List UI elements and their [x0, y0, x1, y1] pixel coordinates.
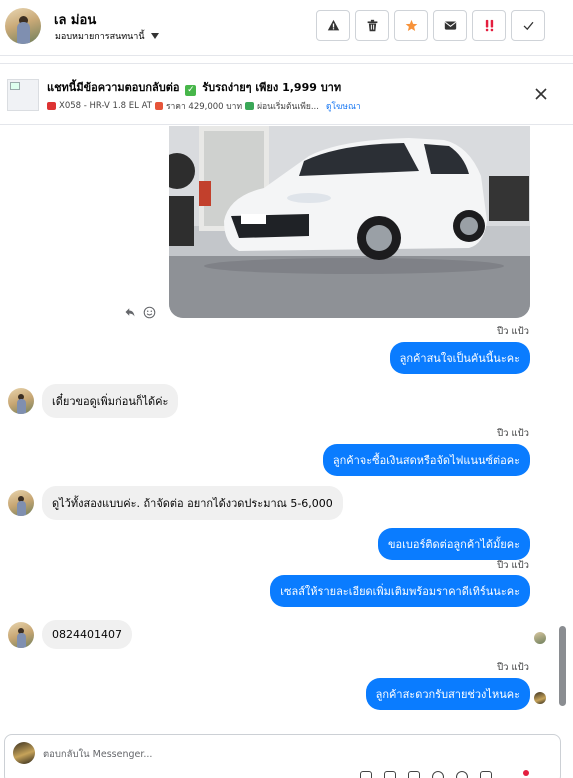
ad-title: แชทนี้มีข้อความตอบกลับต่อ ✓ รับรถง่ายๆ เ…: [47, 81, 342, 96]
react-emoji-icon[interactable]: [143, 306, 156, 319]
composer-tools: [360, 771, 492, 778]
message-timestamp: ปีว แป้ว: [497, 560, 529, 571]
reply-icon[interactable]: [124, 306, 136, 318]
important-button[interactable]: [472, 10, 506, 41]
star-icon: [405, 19, 417, 32]
outgoing-message[interactable]: เซลส์ให้รายละเอียดเพิ่มเติมพร้อมราคาดีเท…: [270, 575, 530, 607]
emoji-icon[interactable]: [432, 771, 444, 778]
attach-icon[interactable]: [360, 771, 372, 778]
contact-avatar[interactable]: [5, 8, 41, 44]
contact-avatar-small[interactable]: [8, 490, 34, 516]
contact-name[interactable]: เล ม่อน: [54, 9, 96, 30]
warning-icon: [327, 19, 339, 31]
money-emoji-icon: [245, 102, 255, 110]
contact-avatar-small[interactable]: [8, 621, 34, 648]
done-button[interactable]: [511, 10, 545, 41]
incoming-message-row: เดี๋ยวขอดูเพิ่มก่อนก็ได้ค่ะ: [8, 384, 179, 418]
outgoing-message[interactable]: ลูกค้าสะดวกรับสายช่วงไหนคะ: [365, 678, 530, 710]
conversation-header: เล ม่อน มอบหมายการสนทนานี้: [0, 0, 573, 56]
ad-context-banner: แชทนี้มีข้อความตอบกลับต่อ ✓ รับรถง่ายๆ เ…: [0, 63, 573, 125]
message-timestamp: ปีว แป้ว: [497, 428, 529, 439]
message-timestamp: ปีว แป้ว: [497, 662, 529, 673]
message-timestamp: ปีว แป้ว: [497, 326, 529, 337]
seen-avatar: [534, 692, 546, 704]
notification-dot: [523, 770, 529, 776]
incoming-message-row: 0824401407: [8, 620, 132, 649]
page-avatar: [13, 742, 35, 764]
check-icon: [523, 21, 533, 31]
incoming-message[interactable]: 0824401407: [42, 620, 132, 649]
assign-conversation-dropdown[interactable]: มอบหมายการสนทนานี้: [55, 29, 159, 43]
saved-reply-icon[interactable]: [384, 771, 396, 778]
mark-unread-button[interactable]: [433, 10, 467, 41]
incoming-message[interactable]: เดี๋ยวขอดูเพิ่มก่อนก็ได้ค่ะ: [42, 384, 179, 418]
ad-details: X058 - HR-V 1.8 EL AT ราคา 429,000 บาท ผ…: [47, 99, 361, 113]
incoming-message[interactable]: ดูไว้ทั้งสองแบบค่ะ. ถ้าจัดต่อ อยากได้งวด…: [42, 486, 343, 520]
seen-avatar: [534, 632, 546, 644]
delete-button[interactable]: [355, 10, 389, 41]
outgoing-message[interactable]: ลูกค้าสนใจเป็นคันนี้นะคะ: [389, 342, 530, 374]
report-button[interactable]: [316, 10, 350, 41]
outgoing-message[interactable]: ขอเบอร์ติดต่อลูกค้าได้มั้ยคะ: [378, 528, 530, 560]
tag-icon[interactable]: [408, 771, 420, 778]
car-photo[interactable]: [169, 126, 530, 318]
gif-icon[interactable]: [456, 771, 468, 778]
reply-composer[interactable]: ตอบกลับใน Messenger...: [4, 734, 561, 778]
car-emoji-icon: [47, 102, 56, 110]
sparkle-emoji-icon: [154, 102, 163, 110]
caret-down-icon: [150, 33, 159, 39]
ad-thumbnail: [7, 79, 39, 111]
message-thread[interactable]: ปีว แป้ว ลูกค้าสนใจเป็นคันนี้นะคะ เดี๋ยว…: [0, 126, 573, 730]
conversation-toolbar: [316, 10, 545, 41]
contact-avatar-small[interactable]: [8, 388, 34, 414]
star-button[interactable]: [394, 10, 428, 41]
envelope-icon: [444, 21, 456, 30]
outgoing-message[interactable]: ลูกค้าจะซื้อเงินสดหรือจัดไฟแนนซ์ต่อคะ: [322, 444, 530, 476]
scrollbar-thumb[interactable]: [559, 626, 566, 706]
view-ad-link[interactable]: ดูโฆษณา: [326, 99, 361, 113]
reply-input[interactable]: ตอบกลับใน Messenger...: [43, 747, 152, 762]
incoming-message-row: ดูไว้ทั้งสองแบบค่ะ. ถ้าจัดต่อ อยากได้งวด…: [8, 486, 343, 520]
send-icon[interactable]: [480, 771, 492, 778]
trash-icon: [367, 19, 377, 32]
assign-label: มอบหมายการสนทนานี้: [55, 32, 145, 42]
close-icon[interactable]: [533, 86, 549, 102]
check-emoji-icon: ✓: [185, 85, 197, 96]
exclamation-icon: [485, 19, 493, 32]
